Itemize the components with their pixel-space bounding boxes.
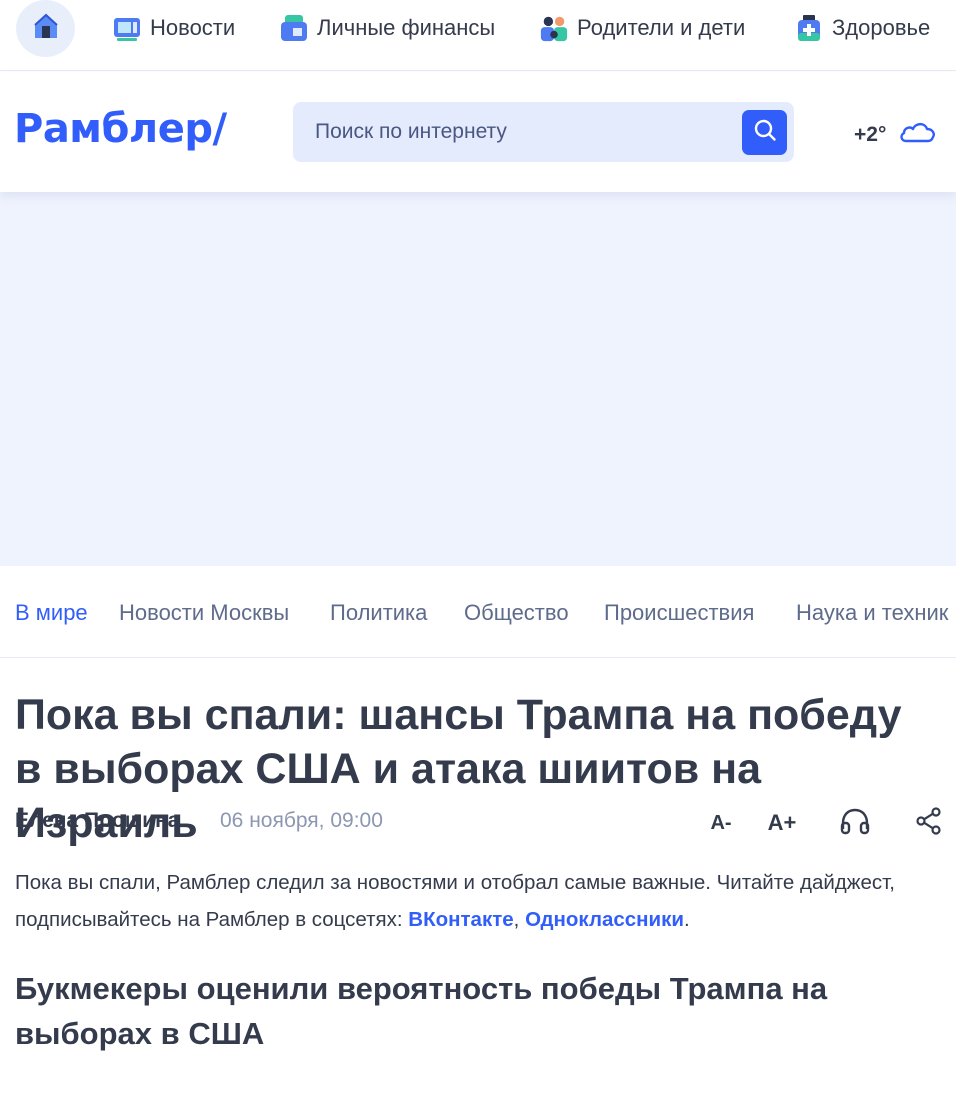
rubric-incidents[interactable]: Происшествия — [604, 600, 754, 626]
rubric-world[interactable]: В мире — [15, 600, 88, 626]
article-lead: Пока вы спали, Рамблер следил за новостя… — [15, 864, 935, 938]
finance-icon — [279, 13, 309, 43]
article-author[interactable]: Елена Прошина — [15, 809, 179, 833]
family-icon — [539, 13, 569, 43]
share-button[interactable] — [913, 806, 945, 840]
article-title-line-1: Пока вы спали: шансы Трампа на победу — [15, 691, 902, 739]
service-family-label: Родители и дети — [577, 15, 746, 40]
news-icon — [112, 13, 142, 43]
rubric-science-tech[interactable]: Наука и техник — [796, 600, 948, 626]
search-icon — [753, 118, 777, 147]
lead-end: . — [684, 908, 690, 931]
ad-banner-area — [0, 192, 956, 566]
rambler-logo[interactable]: Рамблер/ — [14, 106, 227, 152]
search-box[interactable] — [293, 102, 794, 162]
font-decrease-button[interactable]: A- — [706, 806, 736, 840]
rubric-society[interactable]: Общество — [464, 600, 569, 626]
service-health-label: Здоровье — [832, 15, 931, 40]
ok-link[interactable]: Одноклассники — [525, 908, 684, 931]
rubric-politics[interactable]: Политика — [330, 600, 427, 626]
font-decrease-label: A- — [710, 811, 732, 834]
service-family[interactable]: Родители и дети — [539, 8, 745, 48]
article-subtitle: Букмекеры оценили вероятность победы Тра… — [15, 971, 828, 1051]
home-icon — [31, 11, 61, 46]
service-finance[interactable]: Личные финансы — [279, 8, 495, 48]
service-news-label: Новости — [150, 15, 236, 40]
health-icon — [794, 13, 824, 43]
service-health[interactable]: Здоровье — [794, 8, 930, 48]
main-header: Рамблер/ +2° — [0, 72, 956, 192]
rubrics-nav: В мире Новости Москвы Политика Общество … — [0, 566, 956, 658]
vk-link[interactable]: ВКонтакте — [408, 908, 513, 931]
weather-temperature: +2° — [854, 122, 887, 146]
home-button[interactable] — [16, 0, 75, 57]
service-news[interactable]: Новости — [112, 8, 235, 48]
article-date: 06 ноября, 09:00 — [220, 809, 383, 832]
services-bar: Новости Личные финансы Родители и дети З… — [0, 0, 956, 71]
rubric-moscow-news[interactable]: Новости Москвы — [119, 600, 289, 626]
weather-widget[interactable]: +2° — [854, 120, 938, 149]
listen-button[interactable] — [838, 806, 872, 840]
lead-separator: , — [513, 908, 526, 931]
cloud-icon — [898, 120, 938, 149]
service-finance-label: Личные финансы — [317, 15, 496, 40]
font-increase-label: A+ — [767, 810, 797, 835]
search-input[interactable] — [293, 102, 733, 162]
search-button[interactable] — [742, 110, 787, 155]
share-icon — [915, 806, 943, 840]
headphones-icon — [839, 807, 871, 840]
font-increase-button[interactable]: A+ — [766, 806, 798, 840]
